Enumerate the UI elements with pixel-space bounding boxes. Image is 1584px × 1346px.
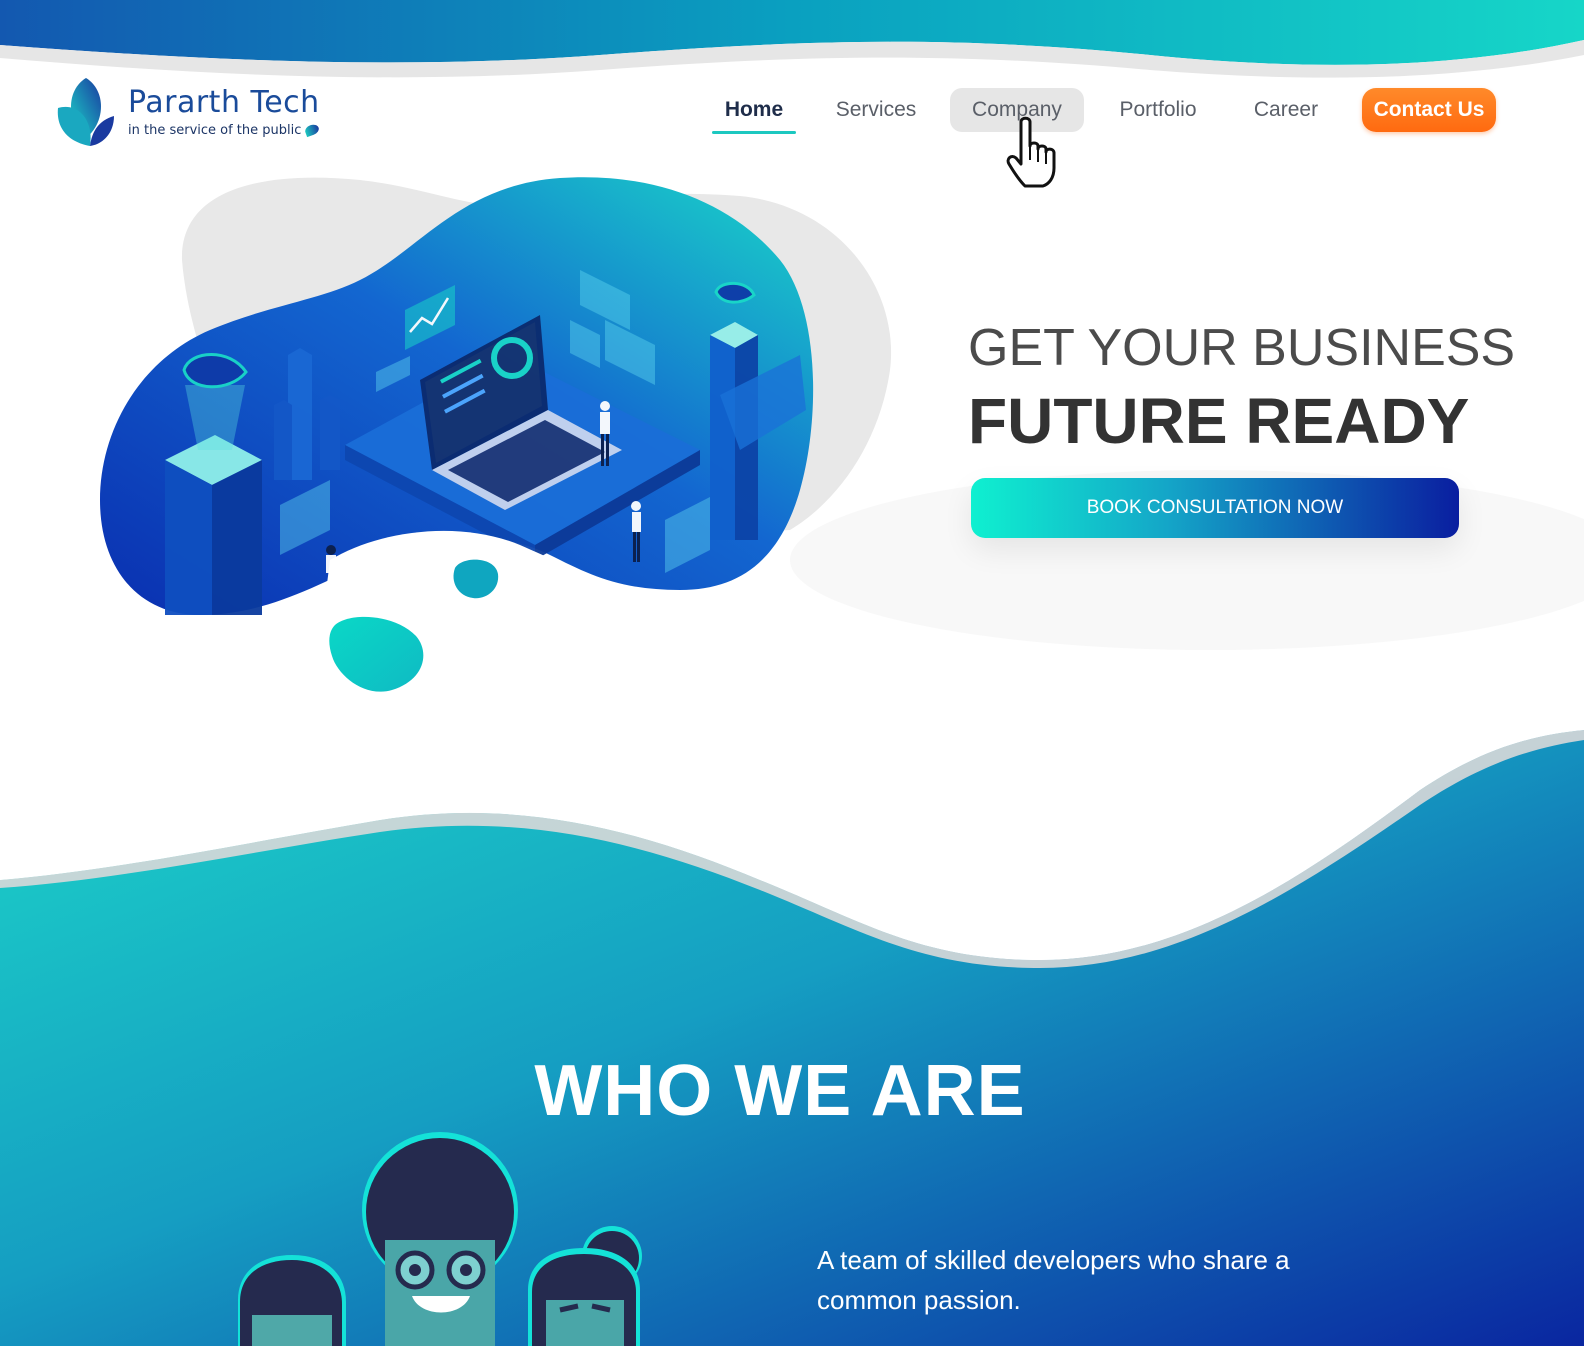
brand-logo[interactable]: Pararth Tech in the service of the publi… — [54, 76, 321, 148]
book-consultation-button[interactable]: BOOK CONSULTATION NOW — [971, 478, 1459, 538]
contact-us-button[interactable]: Contact Us — [1362, 88, 1496, 132]
nav-career[interactable]: Career — [1244, 88, 1328, 132]
brand-tagline: in the service of the public — [128, 122, 302, 138]
hero-headline-top: GET YOUR BUSINESS — [968, 319, 1516, 377]
tagline-leaf-icon — [304, 122, 321, 138]
pointer-hand-cursor-icon — [1006, 116, 1056, 188]
background-art — [0, 0, 1584, 1346]
brand-name: Pararth Tech — [128, 84, 320, 120]
logo-leaf-icon — [57, 78, 114, 146]
nav-home[interactable]: Home — [712, 88, 796, 134]
nav-portfolio[interactable]: Portfolio — [1106, 88, 1210, 132]
nav-services[interactable]: Services — [826, 88, 926, 132]
who-we-are-description: A team of skilled developers who share a… — [817, 1245, 1290, 1315]
hero-headline-main: FUTURE READY — [968, 385, 1470, 457]
who-we-are-heading: WHO WE ARE — [534, 1051, 1026, 1131]
